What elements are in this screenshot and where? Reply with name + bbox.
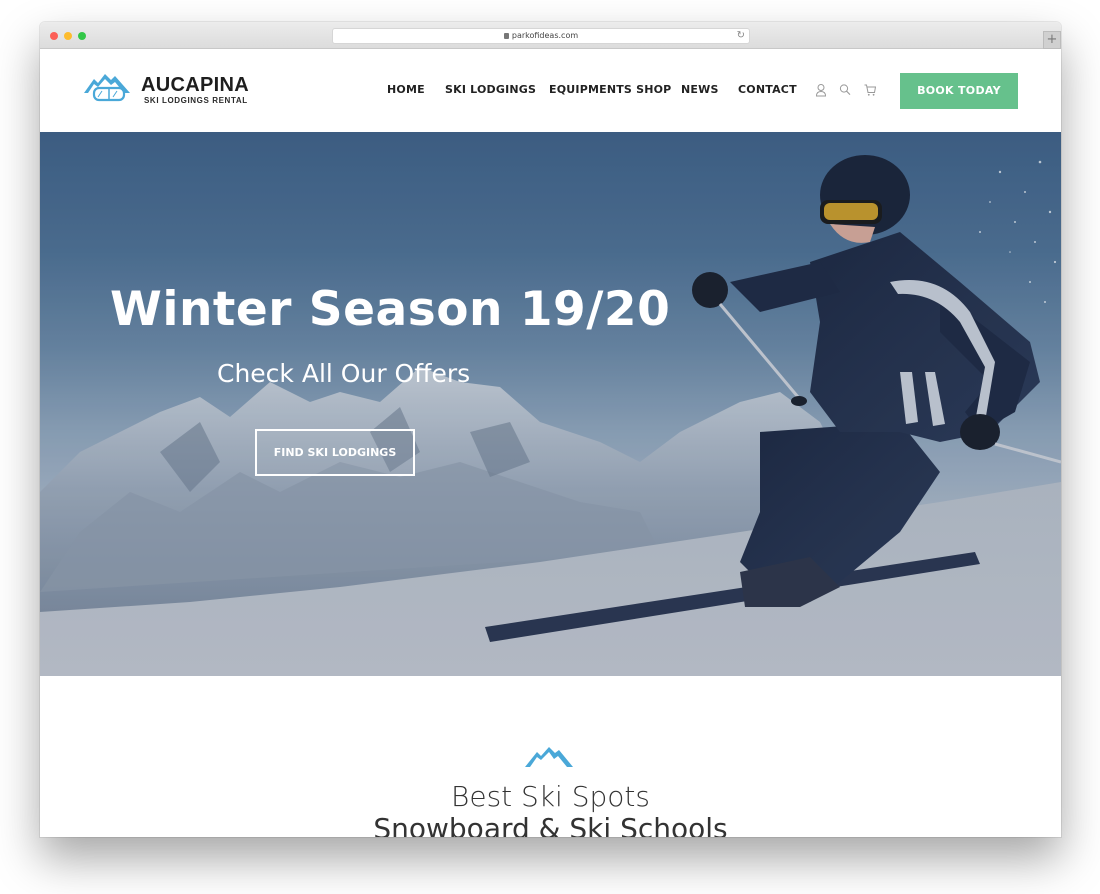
site-header: AUCAPINA SKI LODGINGS RENTAL HOME SKI LO…: [40, 49, 1061, 132]
close-window-button[interactable]: [50, 32, 58, 40]
ski-spots-section: Best Ski Spots Snowboard & Ski Schools: [40, 676, 1061, 837]
find-ski-lodgings-button[interactable]: FIND SKI LODGINGS: [255, 429, 415, 476]
site-logo[interactable]: AUCAPINA SKI LODGINGS RENTAL: [84, 71, 254, 111]
hero-subtitle: Check All Our Offers: [217, 359, 471, 388]
mountain-goggles-icon: [84, 74, 130, 102]
user-icon[interactable]: [815, 83, 827, 97]
nav-ski-lodgings[interactable]: SKI LODGINGS: [445, 83, 536, 96]
new-tab-button[interactable]: +: [1043, 31, 1061, 49]
hero-title: Winter Season 19/20: [110, 282, 671, 337]
url-text: parkofideas.com: [511, 31, 579, 40]
hero-background-image: [40, 132, 1061, 676]
minimize-window-button[interactable]: [64, 32, 72, 40]
browser-titlebar: parkofideas.com ↻ +: [40, 22, 1061, 49]
nav-news[interactable]: NEWS: [681, 83, 719, 96]
lock-icon: [503, 33, 509, 39]
browser-window: parkofideas.com ↻ + AUCAPINA SKI LODGING…: [40, 22, 1061, 837]
logo-title: AUCAPINA: [141, 74, 249, 96]
section-title: Best Ski Spots: [451, 780, 650, 813]
nav-home[interactable]: HOME: [387, 83, 425, 96]
nav-contact[interactable]: CONTACT: [738, 83, 797, 96]
address-bar[interactable]: parkofideas.com ↻: [332, 28, 750, 44]
cart-icon[interactable]: [864, 83, 876, 97]
hero-banner: Winter Season 19/20 Check All Our Offers…: [40, 132, 1061, 676]
nav-equipments-shop[interactable]: EQUIPMENTS SHOP: [549, 83, 671, 96]
logo-subtitle: SKI LODGINGS RENTAL: [144, 96, 248, 105]
search-icon[interactable]: [839, 83, 851, 97]
book-today-button[interactable]: BOOK TODAY: [900, 73, 1018, 109]
zoom-window-button[interactable]: [78, 32, 86, 40]
mountain-icon: [525, 747, 573, 767]
reload-icon[interactable]: ↻: [737, 29, 745, 43]
section-subtitle: Snowboard & Ski Schools: [373, 812, 728, 837]
